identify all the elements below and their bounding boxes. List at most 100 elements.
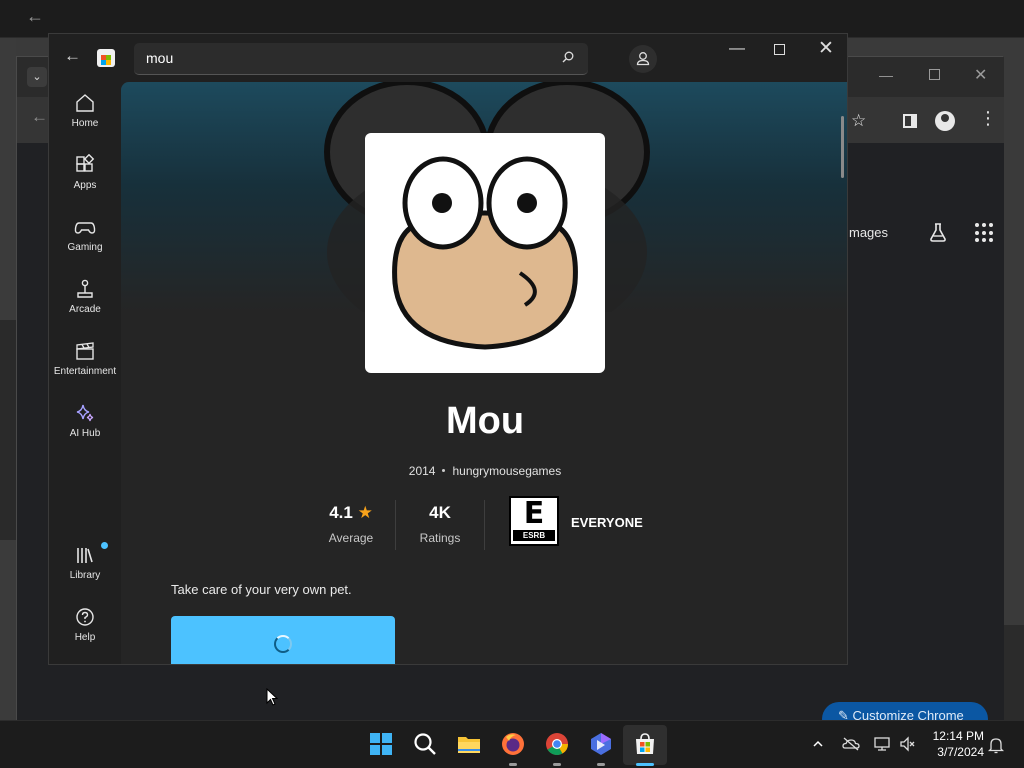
nav-label: Help (74, 632, 96, 643)
rating-value: 4.1 (329, 503, 353, 522)
search-icon[interactable] (412, 731, 438, 757)
store-icon[interactable] (632, 731, 658, 757)
nav-label: Home (71, 118, 99, 129)
nav-item-ai-hub[interactable]: AI Hub (49, 402, 121, 439)
minimize-icon[interactable]: — (729, 40, 745, 58)
network-icon[interactable] (873, 736, 891, 752)
profile-avatar-icon[interactable] (935, 111, 955, 131)
side-panel-icon[interactable] (903, 114, 917, 128)
ratings-count: 4K Ratings (405, 503, 475, 545)
maximize-icon[interactable] (774, 44, 785, 55)
file-explorer-icon[interactable] (456, 731, 482, 757)
library-update-badge (101, 542, 108, 549)
game-controller-icon (74, 222, 96, 234)
chevron-up-icon[interactable] (812, 738, 824, 750)
running-indicator (509, 763, 517, 766)
account-button[interactable] (629, 45, 657, 73)
clapperboard-icon (76, 342, 94, 360)
release-year: 2014 (408, 464, 436, 478)
separator-dot (442, 469, 446, 473)
running-indicator (553, 763, 561, 766)
more-menu-icon[interactable]: ⋮ (979, 109, 997, 127)
bookmark-star-icon[interactable]: ☆ (851, 111, 866, 131)
rating-label: Average (328, 531, 374, 545)
mouse-face-icon (392, 156, 578, 350)
help-icon (76, 608, 94, 626)
back-arrow-icon[interactable]: ← (31, 107, 48, 127)
minimize-icon[interactable]: — (879, 67, 893, 83)
esrb-badge-text: ESRB (513, 530, 555, 541)
nav-item-gaming[interactable]: Gaming (49, 216, 121, 253)
star-icon: ★ (357, 503, 373, 522)
esrb-rating-icon[interactable]: E ESRB (509, 496, 559, 546)
nav-item-home[interactable]: Home (49, 92, 121, 129)
start-icon[interactable] (368, 731, 394, 757)
app-meta: 2014 hungrymousegames (121, 464, 847, 478)
rating-value-row: 4.1 ★ (315, 503, 387, 523)
ratings-count-label: Ratings (419, 531, 461, 545)
back-arrow-icon[interactable]: ← (26, 6, 44, 27)
joystick-icon (77, 279, 93, 298)
nav-label: Entertainment (53, 366, 117, 377)
nav-item-apps[interactable]: Apps (49, 154, 121, 191)
nav-item-arcade[interactable]: Arcade (49, 278, 121, 315)
maximize-icon[interactable] (929, 69, 940, 80)
bing-icon[interactable] (588, 731, 614, 757)
ratings-count-value: 4K (429, 503, 451, 522)
search-icon[interactable] (562, 51, 574, 63)
esrb-letter: E (523, 496, 545, 531)
sparkle-icon (76, 404, 94, 422)
nav-label: AI Hub (69, 428, 101, 439)
clock[interactable]: 12:14 PM 3/7/2024 (928, 728, 984, 760)
nav-item-library[interactable]: Library (49, 544, 121, 581)
loading-spinner-icon (274, 635, 292, 653)
background-window-edge (1003, 625, 1024, 720)
divider (484, 500, 485, 550)
microsoft-store-window: ← — ✕ Home Apps (48, 33, 848, 665)
chrome-icon[interactable] (544, 731, 570, 757)
age-rating-text: EVERYONE (571, 515, 643, 530)
onedrive-offline-icon[interactable] (842, 736, 860, 752)
nav-label: Apps (73, 180, 97, 191)
notification-bell-icon[interactable] (988, 736, 1004, 754)
scrollbar-thumb[interactable] (841, 116, 844, 178)
search-box[interactable] (134, 43, 588, 75)
install-button[interactable] (171, 616, 395, 664)
home-icon (76, 94, 94, 112)
average-rating: 4.1 ★ Average (315, 503, 387, 545)
nav-label: Gaming (67, 242, 103, 253)
developer-link[interactable]: hungrymousegames (452, 464, 561, 478)
divider (395, 500, 396, 550)
tab-search-chevron-icon[interactable]: ⌄ (27, 67, 47, 87)
nav-label: Library (69, 570, 101, 581)
volume-muted-icon[interactable] (899, 736, 917, 752)
running-indicator (597, 763, 605, 766)
app-description: Take care of your very own pet. (171, 582, 352, 597)
close-icon[interactable]: ✕ (974, 65, 987, 85)
app-title: Mou (445, 400, 525, 442)
library-icon (77, 548, 93, 563)
nav-item-help[interactable]: Help (49, 606, 121, 643)
apps-icon (76, 154, 95, 172)
search-input[interactable] (146, 43, 546, 73)
app-icon (365, 133, 605, 373)
firefox-icon[interactable] (500, 731, 526, 757)
mouse-cursor-icon (266, 688, 278, 706)
user-account-icon (636, 52, 650, 66)
google-apps-grid-icon[interactable] (975, 223, 995, 243)
nav-label: Arcade (69, 304, 101, 315)
clock-date: 3/7/2024 (937, 745, 984, 759)
store-titlebar: ← — ✕ (49, 34, 847, 82)
clock-time: 12:14 PM (932, 729, 984, 743)
nav-item-entertainment[interactable]: Entertainment (49, 340, 121, 377)
app-details-page: Mou 2014 hungrymousegames 4.1 ★ Average 4… (121, 82, 847, 664)
active-indicator (636, 763, 654, 766)
labs-flask-icon[interactable] (927, 221, 949, 243)
close-icon[interactable]: ✕ (818, 37, 834, 60)
background-window-edge (1003, 38, 1024, 720)
images-link[interactable]: mages (849, 225, 888, 240)
store-logo-icon (97, 49, 115, 67)
background-window-edge (0, 320, 16, 540)
back-arrow-icon[interactable]: ← (64, 46, 81, 66)
taskbar: 12:14 PM 3/7/2024 (0, 720, 1024, 768)
